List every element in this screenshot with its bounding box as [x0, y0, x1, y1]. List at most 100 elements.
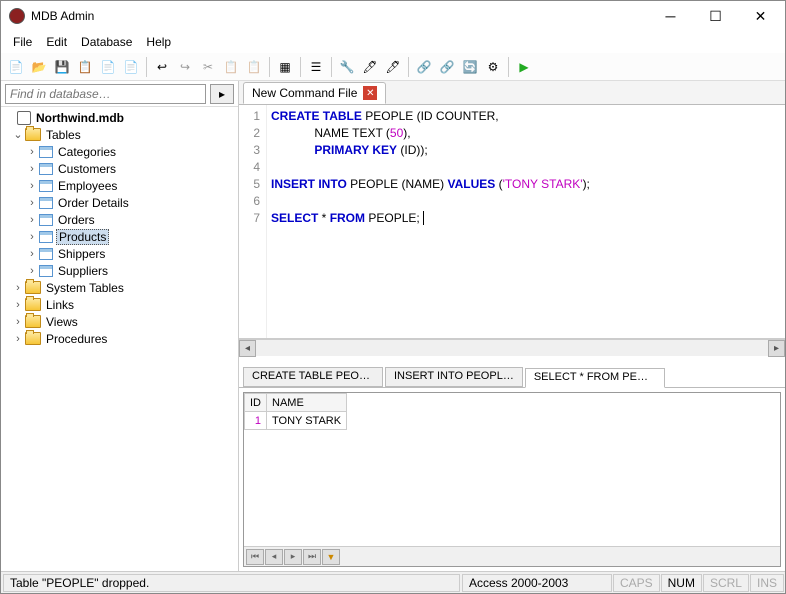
menubar: File Edit Database Help	[1, 31, 785, 53]
status-ins: INS	[750, 574, 784, 592]
status-db: Access 2000-2003	[462, 574, 612, 592]
link-icon[interactable]: 🔗	[413, 56, 435, 78]
tree-table-categories[interactable]: ›Categories	[1, 143, 238, 160]
gear-icon[interactable]: ⚙	[482, 56, 504, 78]
chevron-right-icon[interactable]: ›	[25, 231, 39, 243]
tree-table-products[interactable]: ›Products	[1, 228, 238, 245]
col-header[interactable]: NAME	[267, 394, 347, 412]
tree-table-order-details[interactable]: ›Order Details	[1, 194, 238, 211]
tool3-icon[interactable]: 🖊	[382, 56, 404, 78]
tab-close-icon[interactable]: ✕	[363, 86, 377, 100]
folder-icon	[25, 281, 41, 294]
sql-editor[interactable]: 1234567 CREATE TABLE PEOPLE (ID COUNTER,…	[239, 105, 785, 339]
separator	[300, 57, 301, 77]
result-tab-2[interactable]: SELECT * FROM PEO…	[525, 368, 665, 388]
tree[interactable]: Northwind.mdb ⌄Tables ›Categories›Custom…	[1, 107, 238, 571]
table-icon	[39, 180, 53, 192]
tree-views: ›Views	[1, 313, 238, 330]
minimize-button[interactable]: ─	[648, 2, 693, 30]
result-tab-0[interactable]: CREATE TABLE PEOP…	[243, 367, 383, 387]
paste-icon[interactable]: 📋	[243, 56, 265, 78]
separator	[508, 57, 509, 77]
table-icon	[39, 146, 53, 158]
save-icon[interactable]: 💾	[51, 56, 73, 78]
col-header[interactable]: ID	[245, 394, 267, 412]
redo-icon[interactable]: ↪	[174, 56, 196, 78]
record-nav: ⏮ ◂ ▸ ⏭ ▼	[244, 546, 780, 566]
link2-icon[interactable]: 🔗	[436, 56, 458, 78]
scroll-right-icon[interactable]: ▸	[768, 340, 785, 357]
list-icon[interactable]: ☰	[305, 56, 327, 78]
chevron-right-icon[interactable]: ›	[11, 299, 25, 311]
content: New Command File ✕ 1234567 CREATE TABLE …	[239, 81, 785, 571]
nav-prev-icon[interactable]: ◂	[265, 549, 283, 565]
chevron-right-icon[interactable]: ›	[11, 316, 25, 328]
tree-table-orders[interactable]: ›Orders	[1, 211, 238, 228]
maximize-button[interactable]: ☐	[693, 2, 738, 30]
hscroll[interactable]: ◂ ▸	[239, 339, 785, 356]
result-tab-1[interactable]: INSERT INTO PEOPL…	[385, 367, 523, 387]
folder-icon	[25, 315, 41, 328]
table-icon	[39, 214, 53, 226]
cut-icon[interactable]: ✂	[197, 56, 219, 78]
grid-icon[interactable]: ▦	[274, 56, 296, 78]
chevron-right-icon[interactable]: ›	[25, 265, 39, 277]
chevron-right-icon[interactable]: ›	[25, 146, 39, 158]
menu-file[interactable]: File	[7, 33, 38, 51]
chevron-right-icon[interactable]: ›	[11, 333, 25, 345]
nav-last-icon[interactable]: ⏭	[303, 549, 321, 565]
tree-links: ›Links	[1, 296, 238, 313]
main: ▸ Northwind.mdb ⌄Tables ›Categories›Cust…	[1, 81, 785, 571]
chevron-right-icon[interactable]: ›	[25, 248, 39, 260]
menu-help[interactable]: Help	[140, 33, 177, 51]
folder-icon	[25, 332, 41, 345]
tabbar: New Command File ✕	[239, 81, 785, 105]
open-icon[interactable]: 📂	[28, 56, 50, 78]
menu-edit[interactable]: Edit	[40, 33, 73, 51]
find-go-icon[interactable]: ▸	[210, 84, 234, 104]
chevron-right-icon[interactable]: ›	[25, 163, 39, 175]
copy2-icon[interactable]: 📋	[220, 56, 242, 78]
table-icon	[39, 197, 53, 209]
tree-table-shippers[interactable]: ›Shippers	[1, 245, 238, 262]
table-icon	[39, 248, 53, 260]
find-input[interactable]	[5, 84, 206, 104]
tool1-icon[interactable]: 🔧	[336, 56, 358, 78]
tree-system: ›System Tables	[1, 279, 238, 296]
separator	[269, 57, 270, 77]
doc-del-icon[interactable]: 📄	[120, 56, 142, 78]
tree-table-employees[interactable]: ›Employees	[1, 177, 238, 194]
doc-add-icon[interactable]: 📄	[97, 56, 119, 78]
refresh-icon[interactable]: 🔄	[459, 56, 481, 78]
editor-tab[interactable]: New Command File ✕	[243, 82, 386, 104]
new-icon[interactable]: 📄	[5, 56, 27, 78]
result-tabs: CREATE TABLE PEOP…INSERT INTO PEOPL…SELE…	[239, 364, 785, 388]
close-button[interactable]: ✕	[738, 2, 783, 30]
nav-first-icon[interactable]: ⏮	[246, 549, 264, 565]
window-title: MDB Admin	[31, 9, 648, 23]
code[interactable]: CREATE TABLE PEOPLE (ID COUNTER, NAME TE…	[267, 105, 785, 338]
nav-next-icon[interactable]: ▸	[284, 549, 302, 565]
chevron-right-icon[interactable]: ›	[25, 214, 39, 226]
tree-table-suppliers[interactable]: ›Suppliers	[1, 262, 238, 279]
table-icon	[39, 163, 53, 175]
tool2-icon[interactable]: 🖊	[359, 56, 381, 78]
nav-filter-icon[interactable]: ▼	[322, 549, 340, 565]
tree-db: Northwind.mdb	[1, 109, 238, 126]
separator	[146, 57, 147, 77]
chevron-down-icon[interactable]: ⌄	[11, 128, 25, 141]
copy-icon[interactable]: 📋	[74, 56, 96, 78]
chevron-right-icon[interactable]: ›	[11, 282, 25, 294]
chevron-right-icon[interactable]: ›	[25, 180, 39, 192]
result-grid[interactable]: IDNAME1TONY STARK	[244, 393, 780, 546]
toolbar: 📄 📂 💾 📋 📄 📄 ↩ ↪ ✂ 📋 📋 ▦ ☰ 🔧 🖊 🖊 🔗 🔗 🔄 ⚙ …	[1, 53, 785, 81]
separator	[331, 57, 332, 77]
chevron-right-icon[interactable]: ›	[25, 197, 39, 209]
undo-icon[interactable]: ↩	[151, 56, 173, 78]
scroll-left-icon[interactable]: ◂	[239, 340, 256, 357]
tree-table-customers[interactable]: ›Customers	[1, 160, 238, 177]
status-num: NUM	[661, 574, 702, 592]
menu-database[interactable]: Database	[75, 33, 138, 51]
table-row[interactable]: 1TONY STARK	[245, 412, 347, 430]
run-icon[interactable]: ▶	[513, 56, 535, 78]
